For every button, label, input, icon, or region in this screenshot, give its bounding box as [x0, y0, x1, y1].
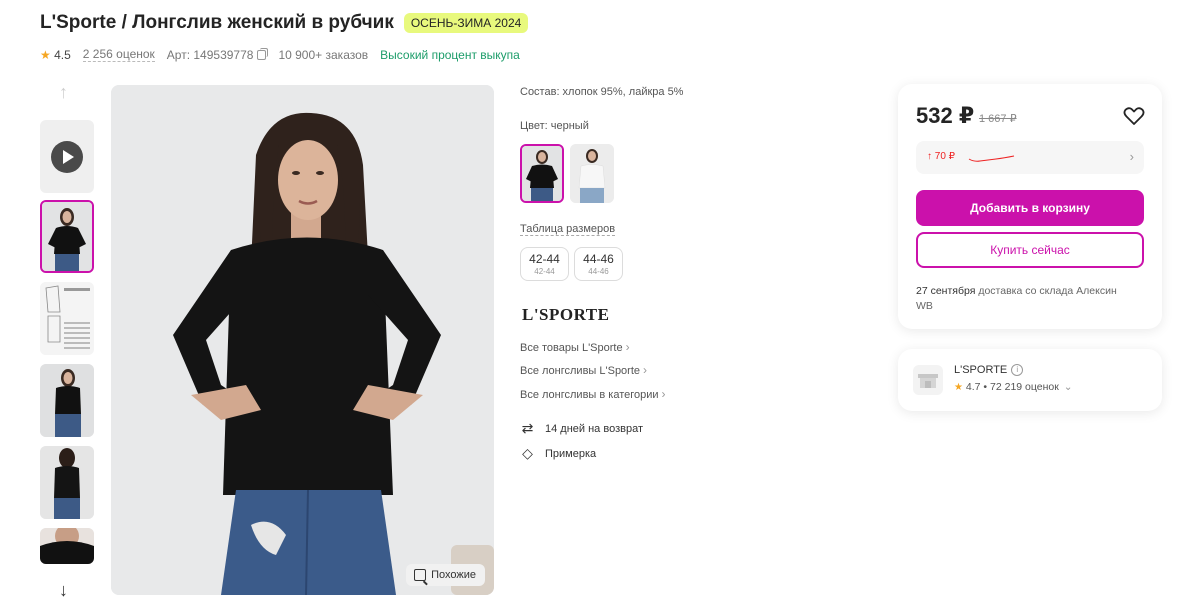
link-label: Все лонгсливы в категории [520, 389, 659, 401]
star-icon: ★ [954, 382, 963, 393]
feature-fitting: ◇ Примерка [520, 445, 596, 462]
seller-rating-row[interactable]: ★ 4.7 • 72 219 оценок ⌄ [954, 381, 1073, 393]
size-option-label: 42-44 [529, 252, 560, 266]
orders-count: 10 900+ заказов [278, 47, 369, 62]
link-label: Все товары L'Sporte [520, 342, 623, 354]
title-row: L'Sporte / Лонгслив женский в рубчик ОСЕ… [40, 12, 529, 34]
link-label: Все лонгсливы L'Sporte [520, 365, 641, 377]
size-option-2[interactable]: 44-46 44-46 [574, 247, 623, 281]
size-chart-thumbnail-image [40, 282, 94, 355]
article-number[interactable]: Арт: 149539778 [166, 47, 269, 62]
link-brand-longsleeves[interactable]: Все лонгсливы L'Sporte › [520, 363, 647, 377]
feature-label: Примерка [545, 447, 597, 460]
model-back-thumbnail-image [40, 446, 94, 519]
composition-text: Состав: хлопок 95%, лайкра 5% [520, 86, 684, 98]
chevron-down-icon: ⌄ [1063, 381, 1073, 393]
seller-name-row: L'SPORTE i [954, 364, 1024, 377]
chevron-right-icon: › [1129, 149, 1134, 164]
rating-value: 4.5 [54, 47, 71, 62]
thumbnail-photo-4[interactable] [40, 528, 94, 564]
closeup-thumbnail-image [40, 528, 94, 564]
shop-icon [918, 374, 938, 388]
price-card: 532 ₽ 1 667 ₽ ↑ 70 ₽ › Добавить в корзин… [898, 84, 1162, 329]
feature-label: 14 дней на возврат [545, 422, 643, 435]
delivery-date: 27 сентября [916, 285, 976, 297]
rating-block[interactable]: ★ 4.5 [40, 48, 71, 62]
chevron-right-icon: › [661, 387, 666, 401]
arrow-down-icon[interactable]: ↓ [59, 580, 68, 601]
feature-returns: ⇄ 14 дней на возврат [520, 420, 643, 437]
model-thumbnail-image [40, 364, 94, 437]
delivery-info: 27 сентября доставка со склада Алексин W… [916, 284, 1136, 314]
color-swatch-white[interactable] [570, 144, 614, 203]
star-icon: ★ [40, 47, 51, 62]
size-option-label: 44-46 [583, 252, 614, 266]
main-product-photo[interactable]: Похожие [111, 85, 494, 595]
seller-card[interactable]: L'SPORTE i ★ 4.7 • 72 219 оценок ⌄ [898, 349, 1162, 411]
tag-icon: ◇ [522, 445, 533, 461]
copy-icon[interactable] [257, 47, 269, 60]
color-label: Цвет: черный [520, 120, 589, 132]
old-price: 1 667 ₽ [979, 113, 1017, 125]
model-thumbnail-image [42, 202, 92, 271]
video-thumbnail[interactable] [40, 120, 94, 193]
size-option-1[interactable]: 42-44 42-44 [520, 247, 569, 281]
chevron-right-icon: › [625, 340, 630, 354]
current-price: 532 ₽ [916, 103, 975, 128]
seller-name[interactable]: L'SPORTE [954, 364, 1007, 376]
season-badge[interactable]: ОСЕНЬ-ЗИМА 2024 [403, 13, 529, 33]
similar-label: Похожие [431, 569, 476, 581]
article-label: Арт: 149539778 [166, 47, 254, 62]
thumbnail-size-chart[interactable] [40, 282, 94, 355]
size-option-sub: 42-44 [534, 267, 555, 276]
product-photo-image [111, 85, 494, 595]
size-option-sub: 44-46 [588, 267, 609, 276]
price-history-button[interactable]: ↑ 70 ₽ › [916, 141, 1144, 174]
price-history-sparkline [968, 155, 1015, 162]
brand-logo[interactable]: L'SPORTE [522, 305, 609, 325]
thumbnail-photo-3[interactable] [40, 446, 94, 519]
product-meta: ★ 4.5 2 256 оценок Арт: 149539778 10 900… [40, 47, 532, 62]
price-change-value: ↑ 70 ₽ [927, 151, 956, 162]
chevron-right-icon: › [643, 363, 648, 377]
buyout-badge: Высокий процент выкупа [380, 47, 520, 62]
buy-now-button[interactable]: Купить сейчас [916, 232, 1144, 268]
white-swatch-image [570, 144, 614, 203]
play-icon [51, 140, 83, 173]
add-to-cart-button[interactable]: Добавить в корзину [916, 190, 1144, 226]
seller-logo [913, 365, 943, 395]
color-swatch-black[interactable] [520, 144, 564, 203]
thumbnail-photo-1[interactable] [40, 200, 94, 273]
link-category-longsleeves[interactable]: Все лонгсливы в категории › [520, 387, 666, 401]
seller-reviews: 72 219 оценок [990, 381, 1059, 393]
return-icon: ⇄ [521, 420, 534, 436]
product-title: L'Sporte / Лонгслив женский в рубчик [40, 12, 394, 33]
thumbnail-photo-2[interactable] [40, 364, 94, 437]
seller-rating-value: 4.7 [965, 381, 981, 393]
heart-icon[interactable] [1122, 104, 1146, 128]
black-swatch-image [522, 146, 562, 201]
reviews-link[interactable]: 2 256 оценок [82, 47, 155, 62]
search-similar-icon [414, 569, 427, 581]
similar-button[interactable]: Похожие [406, 564, 485, 586]
info-icon[interactable]: i [1011, 364, 1024, 377]
arrow-up-icon[interactable]: ↑ [59, 82, 68, 103]
link-all-brand-products[interactable]: Все товары L'Sporte › [520, 340, 630, 354]
size-table-link[interactable]: Таблица размеров [520, 223, 616, 236]
